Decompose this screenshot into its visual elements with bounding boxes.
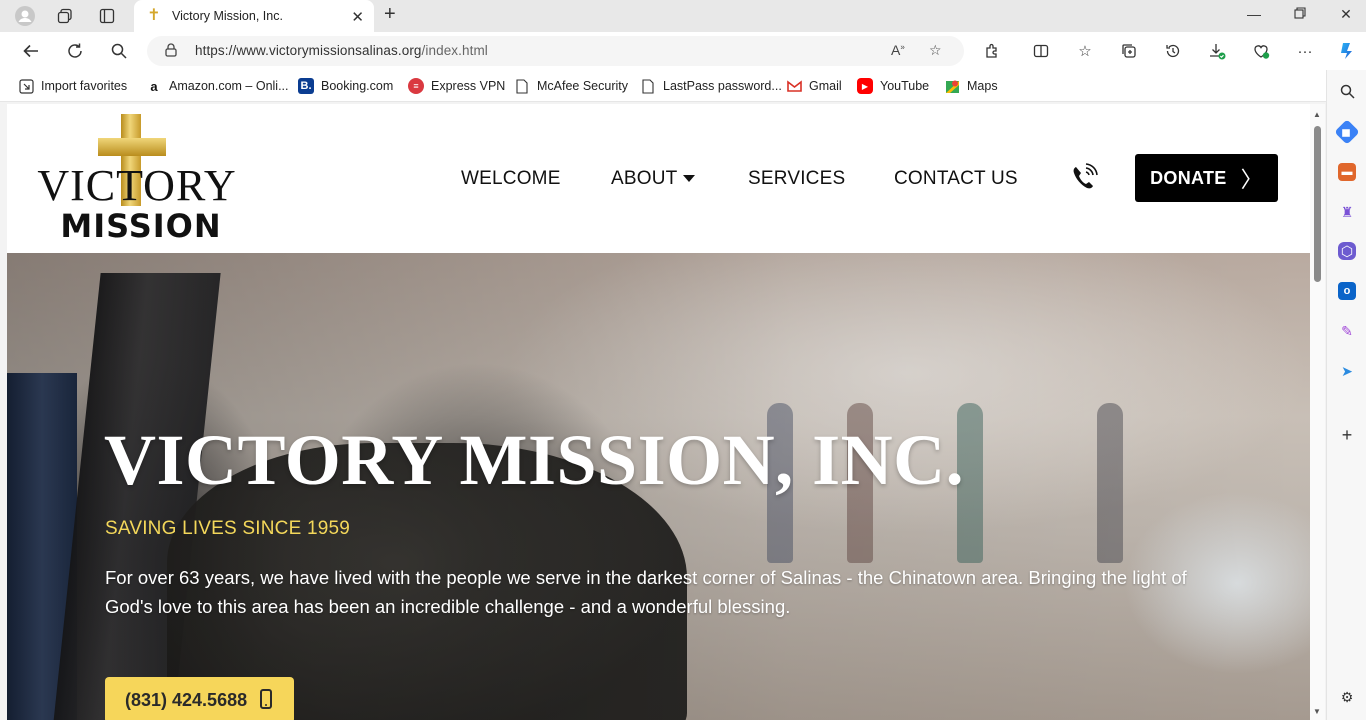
refresh-icon[interactable] <box>64 40 86 62</box>
close-window-icon[interactable]: ✕ <box>1336 6 1356 23</box>
gmail-icon <box>786 78 802 94</box>
outlook-icon[interactable]: o <box>1338 282 1356 300</box>
tools-briefcase-icon[interactable]: ▬ <box>1338 163 1356 181</box>
scroll-thumb[interactable] <box>1314 126 1321 282</box>
history-icon[interactable] <box>1162 40 1184 62</box>
url-host: https://www.victorymissionsalinas.org <box>195 43 422 58</box>
scroll-down-icon[interactable]: ▼ <box>1313 707 1321 716</box>
phone-icon[interactable] <box>1069 162 1099 192</box>
favorite-booking[interactable]: B. Booking.com <box>298 78 393 94</box>
donate-label: DONATE <box>1150 167 1227 188</box>
favorite-label: Maps <box>967 79 998 93</box>
favorite-import[interactable]: Import favorites <box>18 78 127 94</box>
favorite-mcafee[interactable]: McAfee Security <box>514 78 628 94</box>
favorite-expressvpn[interactable]: ≡ Express VPN <box>408 78 505 94</box>
favorite-label: McAfee Security <box>537 79 629 93</box>
hero-title: VICTORY MISSION, INC. <box>104 420 965 500</box>
search-icon[interactable] <box>108 40 130 62</box>
favorite-label: LastPass password... <box>663 79 782 93</box>
donate-button[interactable]: DONATE 〉 <box>1135 154 1278 202</box>
maps-icon <box>944 78 960 94</box>
send-icon[interactable]: ➤ <box>1338 362 1356 380</box>
hero-subtitle: SAVING LIVES SINCE 1959 <box>105 518 351 539</box>
edge-sidebar: ◆ ▬ ♜ ⬡ o ✎ ➤ + ⚙ <box>1326 70 1366 720</box>
mobile-phone-icon <box>260 689 272 709</box>
logo-victory-text: VICTORY <box>37 161 237 210</box>
close-tab-icon[interactable]: ✕ <box>351 8 364 26</box>
collections-icon[interactable] <box>1118 40 1140 62</box>
hero-section: VICTORY MISSION, INC. SAVING LIVES SINCE… <box>7 253 1310 720</box>
address-bar[interactable]: https://www.victorymissionsalinas.org/in… <box>147 36 964 66</box>
favorite-label: YouTube <box>880 79 930 93</box>
shopping-tag-icon[interactable]: ◆ <box>1334 119 1360 145</box>
navigation-bar: https://www.victorymissionsalinas.org/in… <box>0 32 1366 70</box>
victory-mission-logo[interactable]: VICTORY MISSION <box>37 112 237 247</box>
gold-cross-bar <box>98 138 166 156</box>
nav-welcome[interactable]: WELCOME <box>461 168 561 190</box>
booking-icon: B. <box>298 78 314 94</box>
amazon-icon: a <box>146 78 162 94</box>
restore-icon[interactable] <box>1290 6 1310 22</box>
scroll-up-icon[interactable]: ▲ <box>1313 110 1321 119</box>
logo-mission-text: MISSION <box>60 207 222 245</box>
vertical-tabs-icon[interactable] <box>96 5 118 27</box>
favorite-label: Express VPN <box>431 79 506 93</box>
browser-essentials-icon[interactable] <box>1250 40 1272 62</box>
games-icon[interactable]: ♜ <box>1338 203 1356 221</box>
sidebar-search-icon[interactable] <box>1338 82 1356 100</box>
url-text[interactable]: https://www.victorymissionsalinas.org/in… <box>195 43 488 58</box>
import-icon <box>18 78 34 94</box>
favorite-label: Booking.com <box>321 79 394 93</box>
minimize-icon[interactable]: — <box>1244 6 1264 22</box>
lock-icon[interactable] <box>165 43 177 60</box>
favorite-label: Amazon.com – Onli... <box>169 79 289 93</box>
active-tab[interactable]: ✝ Victory Mission, Inc. ✕ <box>134 0 374 32</box>
url-path: /index.html <box>421 43 488 58</box>
hero-description: For over 63 years, we have lived with th… <box>105 567 1187 617</box>
downloads-icon[interactable] <box>1206 40 1228 62</box>
page-icon <box>514 78 530 94</box>
tab-title: Victory Mission, Inc. <box>172 9 283 23</box>
nav-services[interactable]: SERVICES <box>748 168 845 190</box>
favorite-amazon[interactable]: a Amazon.com – Onli... <box>146 78 289 94</box>
split-screen-icon[interactable] <box>1030 40 1052 62</box>
page-scrollbar[interactable]: ▲ ▼ <box>1310 104 1325 720</box>
chevron-right-icon: 〉 <box>1240 167 1263 192</box>
nav-about[interactable]: ABOUT <box>611 168 696 190</box>
favorite-lastpass[interactable]: LastPass password... <box>640 78 782 94</box>
expressvpn-icon: ≡ <box>408 78 424 94</box>
page-icon <box>640 78 656 94</box>
favorites-icon[interactable]: ☆ <box>1074 40 1096 62</box>
tab-bar: ✝ Victory Mission, Inc. ✕ + — ✕ <box>0 0 1366 32</box>
add-sidebar-app-icon[interactable]: + <box>1338 425 1356 445</box>
favorite-star-icon[interactable]: ☆ <box>929 42 942 59</box>
designer-icon[interactable]: ✎ <box>1338 322 1356 340</box>
more-menu-icon[interactable]: ··· <box>1294 40 1316 62</box>
favorite-label: Gmail <box>809 79 842 93</box>
read-aloud-icon[interactable]: A» <box>891 42 905 58</box>
phone-number: (831) 424.5688 <box>125 689 248 710</box>
nav-contact-us[interactable]: CONTACT US <box>894 168 1018 190</box>
extensions-icon[interactable] <box>981 40 1003 62</box>
workspaces-icon[interactable] <box>54 5 76 27</box>
nav-about-label: ABOUT <box>611 168 678 189</box>
cross-favicon-icon: ✝ <box>147 7 161 24</box>
favorite-label: Import favorites <box>41 79 128 93</box>
youtube-icon: ▶ <box>857 78 873 94</box>
site-header: VICTORY MISSION WELCOME ABOUT SERVICES C… <box>7 104 1310 253</box>
new-tab-icon[interactable]: + <box>384 3 396 26</box>
favorite-youtube[interactable]: ▶ YouTube <box>857 78 929 94</box>
microsoft365-icon[interactable]: ⬡ <box>1338 242 1356 260</box>
dropdown-caret-icon <box>683 175 696 183</box>
call-phone-button[interactable]: (831) 424.5688 <box>105 677 294 720</box>
favorites-bar: Import favorites a Amazon.com – Onli... … <box>0 70 1366 102</box>
settings-gear-icon[interactable]: ⚙ <box>1338 688 1356 706</box>
page-viewport: VICTORY MISSION WELCOME ABOUT SERVICES C… <box>7 104 1310 720</box>
back-icon[interactable] <box>20 40 42 62</box>
copilot-icon[interactable] <box>1336 40 1358 62</box>
favorite-gmail[interactable]: Gmail <box>786 78 842 94</box>
favorite-maps[interactable]: Maps <box>944 78 998 94</box>
profile-icon[interactable] <box>14 5 36 27</box>
